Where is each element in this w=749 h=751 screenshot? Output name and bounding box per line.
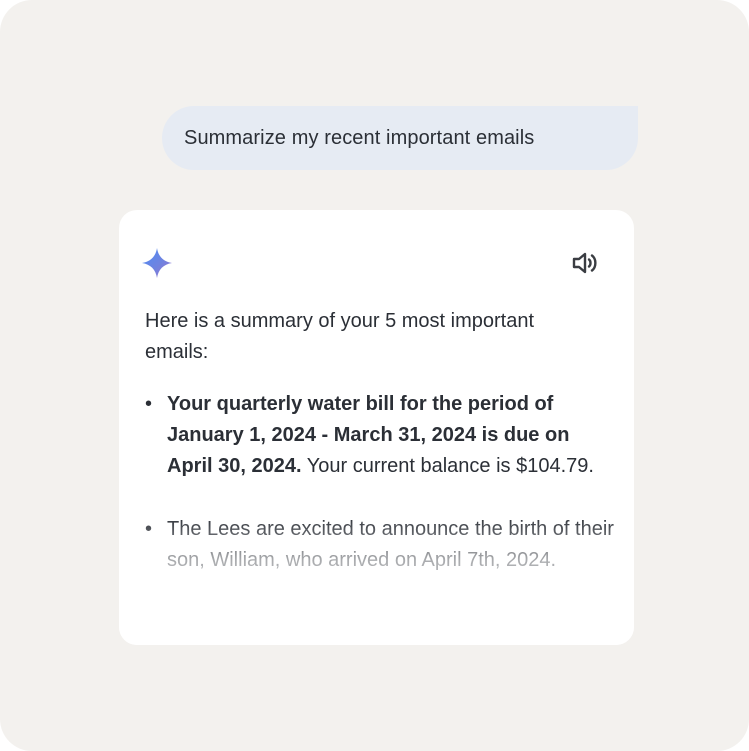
speaker-icon[interactable]	[571, 250, 599, 276]
assistant-response-card: Here is a summary of your 5 most importa…	[119, 210, 634, 645]
list-item-text: The Lees are excited to announce the bir…	[167, 518, 614, 571]
list-item-text: Your current balance is $104.79.	[301, 455, 594, 477]
list-item: • The Lees are excited to announce the b…	[145, 514, 615, 576]
bullet-icon: •	[145, 518, 153, 540]
list-item: • Your quarterly water bill for the peri…	[145, 389, 615, 482]
email-summary-list: • Your quarterly water bill for the peri…	[145, 389, 615, 608]
app-frame: Summarize my recent important emails Her…	[0, 0, 749, 751]
bullet-icon: •	[145, 393, 153, 415]
gemini-sparkle-icon	[142, 248, 172, 278]
user-message-bubble: Summarize my recent important emails	[162, 106, 638, 170]
response-intro-text: Here is a summary of your 5 most importa…	[145, 310, 535, 363]
user-prompt-text: Summarize my recent important emails	[184, 126, 535, 149]
